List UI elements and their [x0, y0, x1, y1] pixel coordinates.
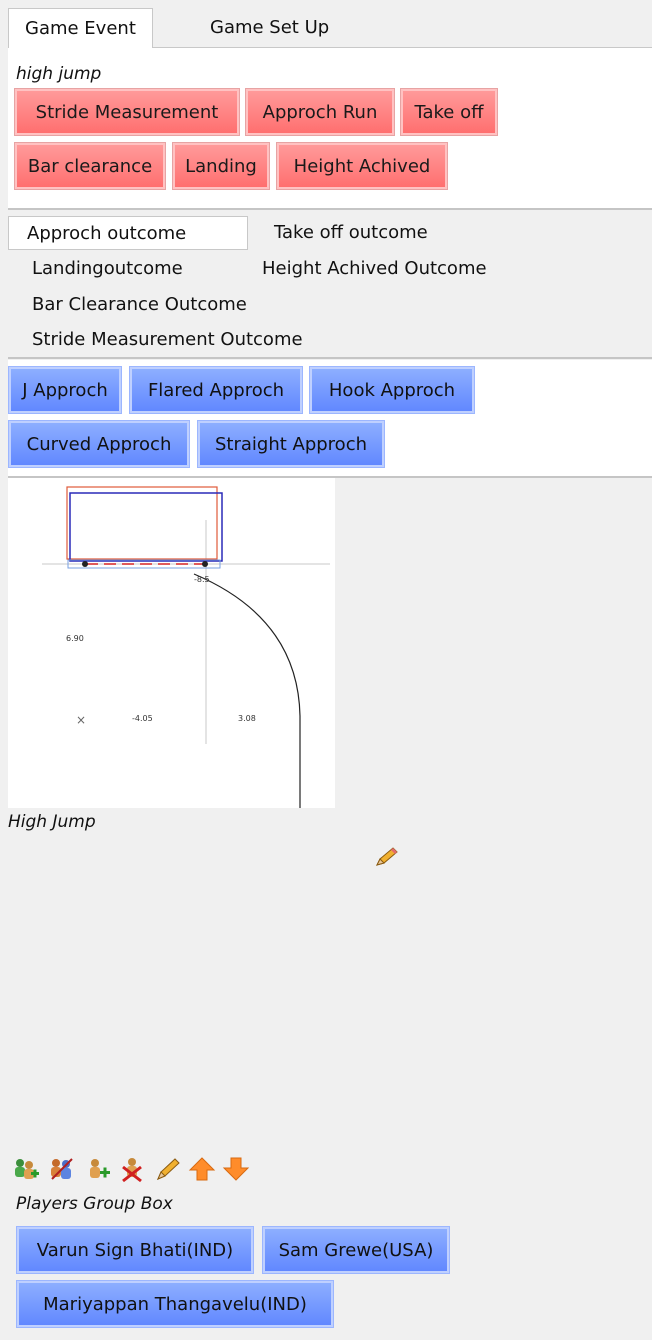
edit-pencil-icon[interactable]	[374, 846, 400, 872]
add-player-icon[interactable]	[84, 1155, 112, 1183]
left-standard	[82, 561, 88, 567]
landing-button[interactable]: Landing	[172, 142, 270, 190]
tab-game-set-up[interactable]: Game Set Up	[194, 8, 345, 48]
bar-clearance-button[interactable]: Bar clearance	[14, 142, 166, 190]
diagram-label: 6.90	[66, 634, 84, 643]
outcome-tab-panel: Approch outcome Take off outcome Landing…	[8, 210, 652, 358]
edit-pencil-icon[interactable]	[154, 1155, 182, 1183]
divider	[8, 357, 652, 359]
height-achieved-button[interactable]: Height Achived	[276, 142, 448, 190]
curved-approach-button[interactable]: Curved Approch	[8, 420, 190, 468]
player-button[interactable]: Mariyappan Thangavelu(IND)	[16, 1280, 334, 1328]
remove-player-icon[interactable]	[118, 1155, 146, 1183]
tab-landing-outcome[interactable]: Landingoutcome	[14, 252, 201, 286]
position-marker: ×	[76, 713, 86, 727]
arrow-down-icon[interactable]	[222, 1155, 250, 1183]
landing-mat-outer	[66, 486, 218, 560]
tab-game-event[interactable]: Game Event	[8, 8, 153, 49]
take-off-button[interactable]: Take off	[400, 88, 498, 136]
player-button[interactable]: Sam Grewe(USA)	[262, 1226, 450, 1274]
event-group-title: high jump	[16, 64, 102, 84]
approach-diagram-canvas[interactable]: -8.5 6.90 -4.05 3.08 ×	[8, 478, 335, 808]
tab-take-off-outcome[interactable]: Take off outcome	[256, 216, 446, 250]
diagram-label: 3.08	[238, 714, 256, 723]
group-settings-icon[interactable]	[48, 1155, 76, 1183]
hook-approach-button[interactable]: Hook Approch	[309, 366, 475, 414]
arrow-up-icon[interactable]	[188, 1155, 216, 1183]
approach-panel: J Approch Flared Approch Hook Approch Cu…	[8, 360, 652, 476]
landing-mat-inner	[69, 492, 223, 562]
stride-measurement-button[interactable]: Stride Measurement	[14, 88, 240, 136]
tab-approach-outcome[interactable]: Approch outcome	[8, 216, 248, 250]
players-group-title: Players Group Box	[16, 1194, 173, 1214]
approach-run-button[interactable]: Approch Run	[245, 88, 395, 136]
right-standard	[202, 561, 208, 567]
add-group-icon[interactable]	[12, 1155, 40, 1183]
straight-approach-button[interactable]: Straight Approch	[197, 420, 385, 468]
tab-stride-measurement-outcome[interactable]: Stride Measurement Outcome	[14, 323, 321, 357]
j-approach-button[interactable]: J Approch	[8, 366, 122, 414]
section-label: High Jump	[8, 812, 96, 832]
player-button[interactable]: Varun Sign Bhati(IND)	[16, 1226, 254, 1274]
run-up-path	[193, 573, 301, 808]
tab-height-achieved-outcome[interactable]: Height Achived Outcome	[244, 252, 505, 286]
flared-approach-button[interactable]: Flared Approch	[129, 366, 303, 414]
diagram-label: -8.5	[194, 575, 210, 584]
tab-bar-clearance-outcome[interactable]: Bar Clearance Outcome	[14, 288, 265, 322]
main-tab-strip: Game Event Game Set Up	[8, 8, 652, 49]
approach-diagram: -8.5 6.90 -4.05 3.08 ×	[42, 486, 330, 808]
diagram-label: -4.05	[132, 714, 153, 723]
event-panel: high jump Stride Measurement Approch Run…	[8, 48, 652, 208]
